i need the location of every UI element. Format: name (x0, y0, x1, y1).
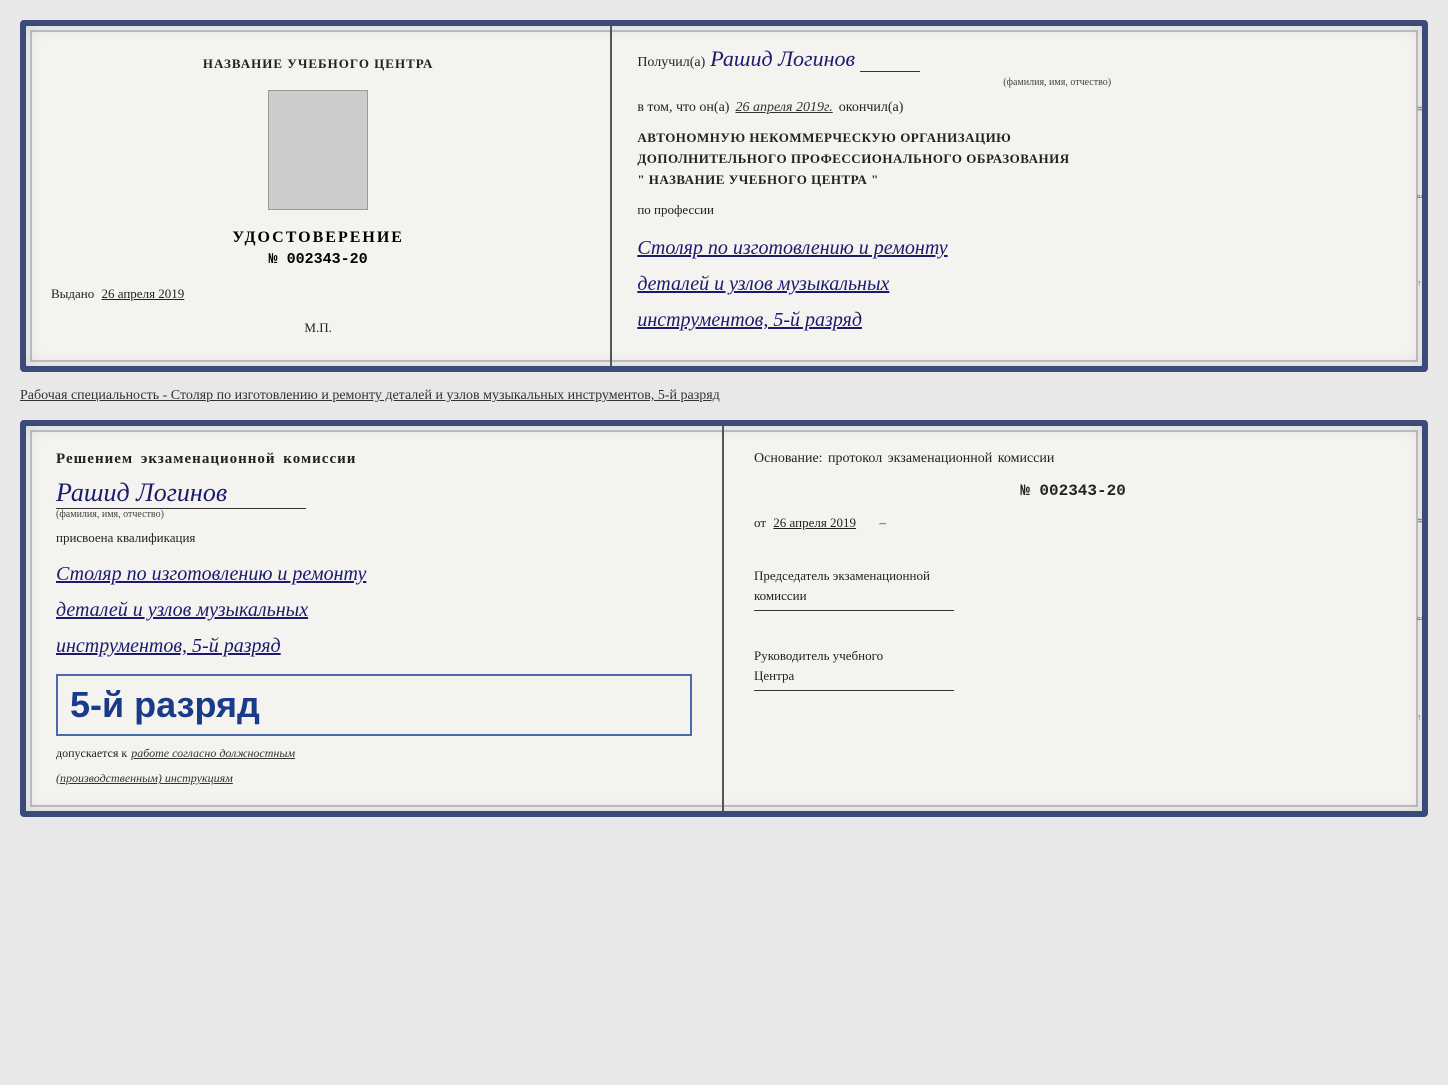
allowed-line2: (производственным) инструкциям (56, 771, 692, 786)
qual-line3: инструментов, 5-й разряд (56, 628, 692, 664)
qualified-label: присвоена квалификация (56, 530, 692, 546)
director-line1: Руководитель учебного (754, 646, 1392, 666)
photo-placeholder (268, 90, 368, 210)
protocol-number: № 002343-20 (754, 482, 1392, 500)
director-line2: Центра (754, 666, 1392, 686)
allowed-line: допускается к работе согласно должностны… (56, 746, 692, 761)
exam-qualification-block: Столяр по изготовлению и ремонту деталей… (56, 556, 692, 664)
recipient-name: Рашид Логинов (710, 46, 855, 72)
cert-right-panel: Получил(а) Рашид Логинов (фамилия, имя, … (612, 26, 1422, 366)
protocol-date: от 26 апреля 2019 – (754, 515, 1392, 531)
exam-title: Решением экзаменационной комиссии (56, 451, 692, 468)
basis-label: Основание: протокол экзаменационной коми… (754, 451, 1392, 467)
cert-number: № 002343-20 (232, 251, 404, 268)
exam-left-panel: Решением экзаменационной комиссии Рашид … (26, 426, 724, 811)
cert-title-block: УДОСТОВЕРЕНИЕ № 002343-20 (232, 229, 404, 268)
protocol-date-value: 26 апреля 2019 (773, 515, 856, 530)
org-block: АВТОНОМНУЮ НЕКОММЕРЧЕСКУЮ ОРГАНИЗАЦИЮ ДО… (637, 128, 1397, 190)
allowed-prefix: допускается к (56, 746, 127, 761)
stamp-label: М.П. (304, 320, 331, 336)
org-line1: АВТОНОМНУЮ НЕКОММЕРЧЕСКУЮ ОРГАНИЗАЦИЮ (637, 128, 1397, 149)
cert-left-panel: НАЗВАНИЕ УЧЕБНОГО ЦЕНТРА УДОСТОВЕРЕНИЕ №… (26, 26, 612, 366)
rank-big: 5-й разряд (70, 684, 678, 726)
date-suffix: окончил(а) (839, 100, 904, 116)
specialty-text: Рабочая специальность - Столяр по изгото… (20, 382, 1428, 410)
org-line3: " НАЗВАНИЕ УЧЕБНОГО ЦЕНТРА " (637, 170, 1397, 191)
director-block: Руководитель учебного Центра (754, 646, 1392, 691)
chairman-line1: Председатель экзаменационной (754, 566, 1392, 586)
profession-line1: Столяр по изготовлению и ремонту (637, 230, 1397, 266)
recipient-line: Получил(а) Рашид Логинов (фамилия, имя, … (637, 46, 1397, 88)
director-signature-line (754, 690, 954, 691)
profession-line2: деталей и узлов музыкальных (637, 266, 1397, 302)
issued-label: Выдано (51, 286, 94, 301)
exam-card: Решением экзаменационной комиссии Рашид … (20, 420, 1428, 817)
certificate-card-1: НАЗВАНИЕ УЧЕБНОГО ЦЕНТРА УДОСТОВЕРЕНИЕ №… (20, 20, 1428, 372)
issued-date: 26 апреля 2019 (102, 286, 185, 301)
name-underline (860, 55, 920, 72)
profession-block: Столяр по изготовлению и ремонту деталей… (637, 230, 1397, 338)
date-prefix: в том, что он(а) (637, 100, 729, 116)
org-name-top: НАЗВАНИЕ УЧЕБНОГО ЦЕНТРА (203, 56, 434, 72)
cert-label: УДОСТОВЕРЕНИЕ (232, 229, 404, 247)
exam-recipient-block: Рашид Логинов (фамилия, имя, отчество) (56, 478, 692, 520)
side-marks-1: и а ← (1414, 26, 1426, 366)
profession-line3: инструментов, 5-й разряд (637, 302, 1397, 338)
fio-label: (фамилия, имя, отчество) (717, 77, 1397, 88)
side-marks-2: и а ← (1414, 426, 1426, 811)
dash-mark: – (879, 515, 886, 530)
qual-line2: деталей и узлов музыкальных (56, 592, 692, 628)
date-prefix-2: от (754, 515, 766, 530)
date-certified-line: в том, что он(а) 26 апреля 2019г. окончи… (637, 100, 1397, 116)
allowed-text: работе согласно должностным (131, 746, 295, 761)
exam-fio-label: (фамилия, имя, отчество) (56, 509, 306, 520)
exam-right-panel: Основание: протокол экзаменационной коми… (724, 426, 1422, 811)
chairman-signature-line (754, 610, 954, 611)
allowed-text2: (производственным) инструкциям (56, 771, 233, 786)
received-prefix: Получил(а) (637, 55, 705, 71)
rank-box: 5-й разряд (56, 674, 692, 736)
qual-line1: Столяр по изготовлению и ремонту (56, 556, 692, 592)
org-line2: ДОПОЛНИТЕЛЬНОГО ПРОФЕССИОНАЛЬНОГО ОБРАЗО… (637, 149, 1397, 170)
exam-recipient-name: Рашид Логинов (56, 478, 692, 508)
profession-label: по профессии (637, 202, 1397, 218)
cert-date: 26 апреля 2019г. (735, 100, 832, 116)
chairman-block: Председатель экзаменационной комиссии (754, 566, 1392, 611)
issued-line: Выдано 26 апреля 2019 (51, 286, 585, 302)
chairman-line2: комиссии (754, 586, 1392, 606)
